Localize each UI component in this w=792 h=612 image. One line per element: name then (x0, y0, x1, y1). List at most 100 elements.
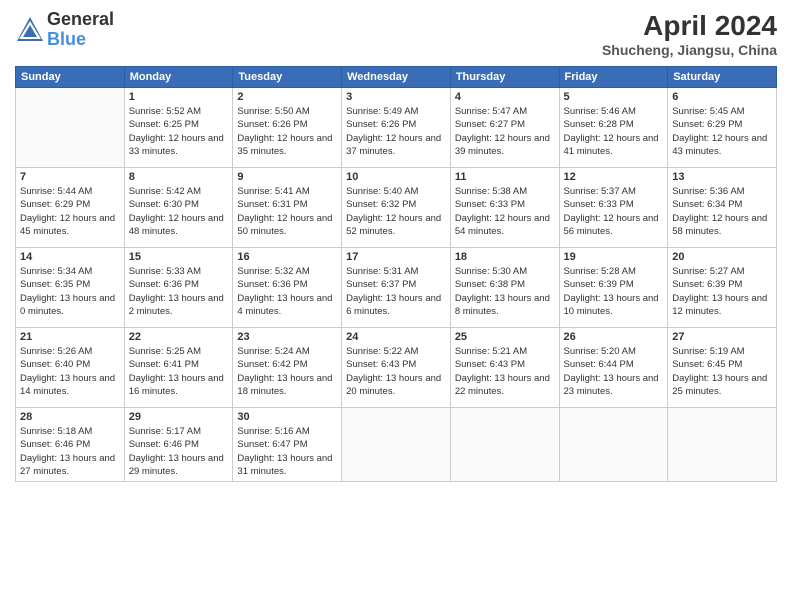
day-number: 6 (672, 91, 772, 103)
day-info: Sunrise: 5:28 AMSunset: 6:39 PMDaylight:… (564, 265, 664, 318)
page-header: General Blue April 2024 Shucheng, Jiangs… (15, 10, 777, 58)
calendar-cell (450, 408, 559, 482)
day-number: 16 (237, 251, 337, 263)
day-number: 5 (564, 91, 664, 103)
day-info: Sunrise: 5:33 AMSunset: 6:36 PMDaylight:… (129, 265, 229, 318)
day-number: 7 (20, 171, 120, 183)
col-monday: Monday (124, 67, 233, 88)
day-number: 2 (237, 91, 337, 103)
day-number: 24 (346, 331, 446, 343)
calendar-cell: 8 Sunrise: 5:42 AMSunset: 6:30 PMDaylight… (124, 168, 233, 248)
month-title: April 2024 (602, 10, 777, 42)
day-info: Sunrise: 5:37 AMSunset: 6:33 PMDaylight:… (564, 185, 664, 238)
calendar-cell: 15 Sunrise: 5:33 AMSunset: 6:36 PMDayligh… (124, 248, 233, 328)
calendar-week-row: 28Sunrise: 5:18 AMSunset: 6:46 PMDayligh… (16, 408, 777, 482)
calendar-cell: 22 Sunrise: 5:25 AMSunset: 6:41 PMDayligh… (124, 328, 233, 408)
day-number: 3 (346, 91, 446, 103)
calendar-cell: 14 Sunrise: 5:34 AMSunset: 6:35 PMDayligh… (16, 248, 125, 328)
col-thursday: Thursday (450, 67, 559, 88)
calendar-cell: 11 Sunrise: 5:38 AMSunset: 6:33 PMDayligh… (450, 168, 559, 248)
title-block: April 2024 Shucheng, Jiangsu, China (602, 10, 777, 58)
day-number: 27 (672, 331, 772, 343)
day-info: Sunrise: 5:50 AMSunset: 6:26 PMDaylight:… (237, 105, 337, 158)
logo: General Blue (15, 10, 114, 50)
col-wednesday: Wednesday (342, 67, 451, 88)
day-info: Sunrise: 5:19 AMSunset: 6:45 PMDaylight:… (672, 345, 772, 398)
calendar-cell: 2 Sunrise: 5:50 AMSunset: 6:26 PMDaylight… (233, 88, 342, 168)
day-number: 1 (129, 91, 229, 103)
day-info: Sunrise: 5:38 AMSunset: 6:33 PMDaylight:… (455, 185, 555, 238)
calendar-cell: 10 Sunrise: 5:40 AMSunset: 6:32 PMDayligh… (342, 168, 451, 248)
day-info: Sunrise: 5:44 AMSunset: 6:29 PMDaylight:… (20, 185, 120, 238)
calendar-cell: 30Sunrise: 5:16 AMSunset: 6:47 PMDayligh… (233, 408, 342, 482)
day-number: 4 (455, 91, 555, 103)
calendar-table: Sunday Monday Tuesday Wednesday Thursday… (15, 66, 777, 482)
day-number: 13 (672, 171, 772, 183)
day-number: 18 (455, 251, 555, 263)
calendar-cell: 21 Sunrise: 5:26 AMSunset: 6:40 PMDayligh… (16, 328, 125, 408)
day-number: 15 (129, 251, 229, 263)
day-info: Sunrise: 5:36 AMSunset: 6:34 PMDaylight:… (672, 185, 772, 238)
col-tuesday: Tuesday (233, 67, 342, 88)
calendar-week-row: 21 Sunrise: 5:26 AMSunset: 6:40 PMDayligh… (16, 328, 777, 408)
day-info: Sunrise: 5:18 AMSunset: 6:46 PMDaylight:… (20, 425, 120, 478)
calendar-cell: 17 Sunrise: 5:31 AMSunset: 6:37 PMDayligh… (342, 248, 451, 328)
day-info: Sunrise: 5:40 AMSunset: 6:32 PMDaylight:… (346, 185, 446, 238)
calendar-cell: 24 Sunrise: 5:22 AMSunset: 6:43 PMDayligh… (342, 328, 451, 408)
day-number: 14 (20, 251, 120, 263)
day-info: Sunrise: 5:24 AMSunset: 6:42 PMDaylight:… (237, 345, 337, 398)
day-number: 25 (455, 331, 555, 343)
day-info: Sunrise: 5:31 AMSunset: 6:37 PMDaylight:… (346, 265, 446, 318)
day-info: Sunrise: 5:25 AMSunset: 6:41 PMDaylight:… (129, 345, 229, 398)
day-info: Sunrise: 5:42 AMSunset: 6:30 PMDaylight:… (129, 185, 229, 238)
calendar-cell: 4 Sunrise: 5:47 AMSunset: 6:27 PMDaylight… (450, 88, 559, 168)
calendar-cell: 5 Sunrise: 5:46 AMSunset: 6:28 PMDaylight… (559, 88, 668, 168)
day-info: Sunrise: 5:49 AMSunset: 6:26 PMDaylight:… (346, 105, 446, 158)
calendar-cell: 18 Sunrise: 5:30 AMSunset: 6:38 PMDayligh… (450, 248, 559, 328)
calendar-cell: 16 Sunrise: 5:32 AMSunset: 6:36 PMDayligh… (233, 248, 342, 328)
calendar-cell: 9 Sunrise: 5:41 AMSunset: 6:31 PMDaylight… (233, 168, 342, 248)
calendar-cell: 3 Sunrise: 5:49 AMSunset: 6:26 PMDaylight… (342, 88, 451, 168)
calendar-cell: 20Sunrise: 5:27 AMSunset: 6:39 PMDayligh… (668, 248, 777, 328)
calendar-cell: 19 Sunrise: 5:28 AMSunset: 6:39 PMDayligh… (559, 248, 668, 328)
day-number: 20 (672, 251, 772, 263)
day-number: 21 (20, 331, 120, 343)
day-number: 11 (455, 171, 555, 183)
day-info: Sunrise: 5:30 AMSunset: 6:38 PMDaylight:… (455, 265, 555, 318)
logo-general-text: General (47, 10, 114, 30)
day-info: Sunrise: 5:41 AMSunset: 6:31 PMDaylight:… (237, 185, 337, 238)
day-info: Sunrise: 5:47 AMSunset: 6:27 PMDaylight:… (455, 105, 555, 158)
day-number: 23 (237, 331, 337, 343)
calendar-cell (16, 88, 125, 168)
day-number: 19 (564, 251, 664, 263)
calendar-cell: 25Sunrise: 5:21 AMSunset: 6:43 PMDayligh… (450, 328, 559, 408)
day-number: 22 (129, 331, 229, 343)
day-number: 17 (346, 251, 446, 263)
calendar-cell: 26 Sunrise: 5:20 AMSunset: 6:44 PMDayligh… (559, 328, 668, 408)
calendar-week-row: 1Sunrise: 5:52 AMSunset: 6:25 PMDaylight… (16, 88, 777, 168)
calendar-cell: 13 Sunrise: 5:36 AMSunset: 6:34 PMDayligh… (668, 168, 777, 248)
calendar-cell: 27 Sunrise: 5:19 AMSunset: 6:45 PMDayligh… (668, 328, 777, 408)
day-info: Sunrise: 5:26 AMSunset: 6:40 PMDaylight:… (20, 345, 120, 398)
col-saturday: Saturday (668, 67, 777, 88)
location-text: Shucheng, Jiangsu, China (602, 42, 777, 58)
day-info: Sunrise: 5:34 AMSunset: 6:35 PMDaylight:… (20, 265, 120, 318)
day-info: Sunrise: 5:22 AMSunset: 6:43 PMDaylight:… (346, 345, 446, 398)
day-number: 10 (346, 171, 446, 183)
calendar-cell (668, 408, 777, 482)
calendar-week-row: 14 Sunrise: 5:34 AMSunset: 6:35 PMDayligh… (16, 248, 777, 328)
calendar-header-row: Sunday Monday Tuesday Wednesday Thursday… (16, 67, 777, 88)
calendar-cell: 23 Sunrise: 5:24 AMSunset: 6:42 PMDayligh… (233, 328, 342, 408)
day-number: 12 (564, 171, 664, 183)
day-info: Sunrise: 5:32 AMSunset: 6:36 PMDaylight:… (237, 265, 337, 318)
day-number: 26 (564, 331, 664, 343)
calendar-cell: 28Sunrise: 5:18 AMSunset: 6:46 PMDayligh… (16, 408, 125, 482)
col-friday: Friday (559, 67, 668, 88)
day-number: 9 (237, 171, 337, 183)
day-info: Sunrise: 5:20 AMSunset: 6:44 PMDaylight:… (564, 345, 664, 398)
calendar-cell: 6Sunrise: 5:45 AMSunset: 6:29 PMDaylight… (668, 88, 777, 168)
calendar-cell: 7 Sunrise: 5:44 AMSunset: 6:29 PMDaylight… (16, 168, 125, 248)
day-number: 8 (129, 171, 229, 183)
calendar-cell (342, 408, 451, 482)
day-info: Sunrise: 5:46 AMSunset: 6:28 PMDaylight:… (564, 105, 664, 158)
